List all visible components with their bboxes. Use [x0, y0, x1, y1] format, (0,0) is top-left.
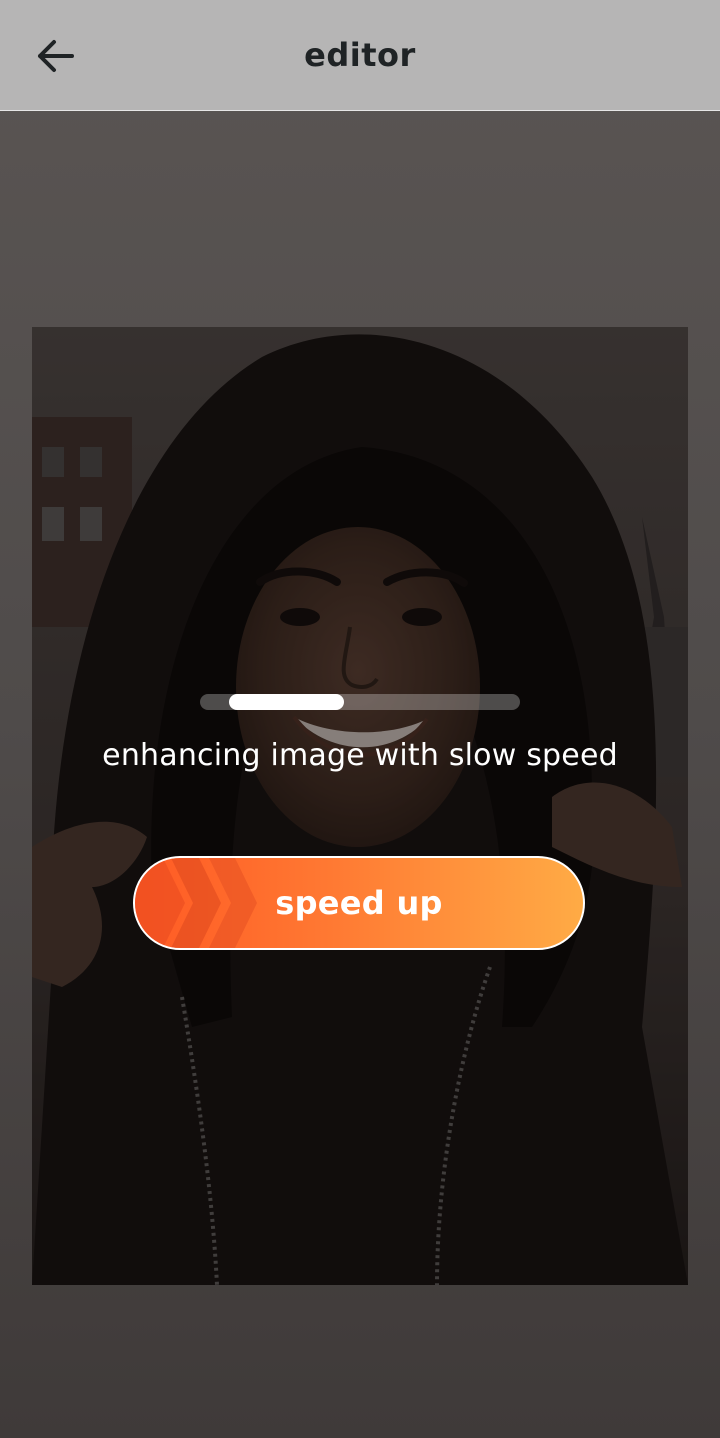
page-title: editor [304, 36, 416, 74]
progress-bar [200, 694, 520, 710]
app-header: editor [0, 0, 720, 111]
photo-illustration [32, 327, 688, 1285]
status-message: enhancing image with slow speed [102, 738, 618, 773]
progress-indicator [228, 694, 344, 710]
speed-up-button[interactable]: speed up [133, 856, 585, 950]
portrait-photo [32, 327, 688, 1285]
speed-up-label: speed up [275, 884, 443, 922]
